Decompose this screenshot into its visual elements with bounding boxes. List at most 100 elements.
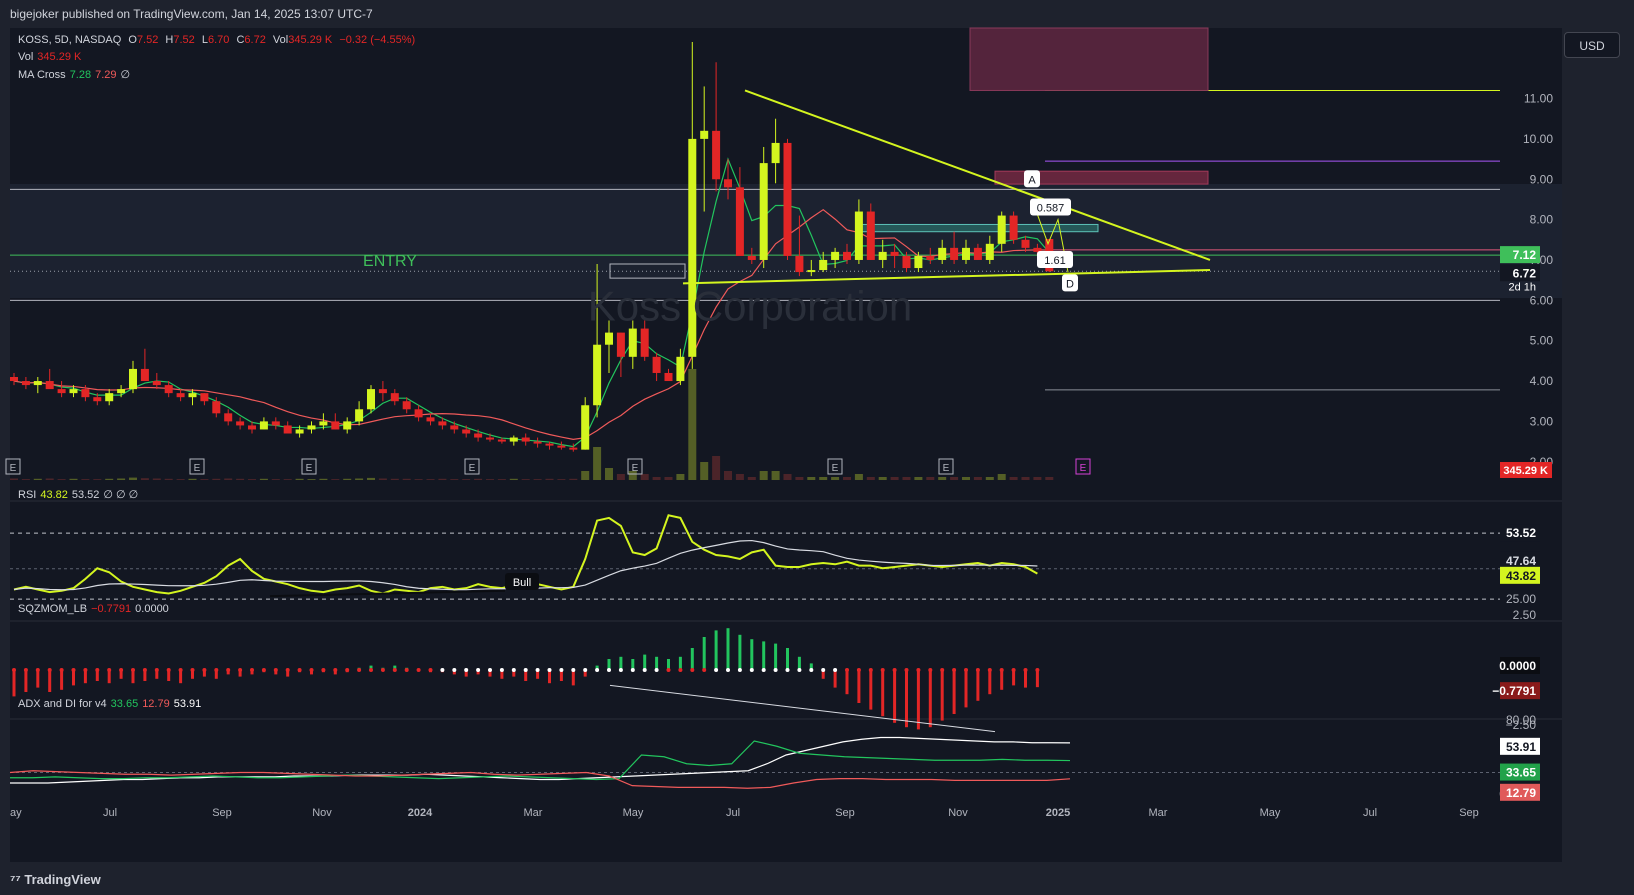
x-tick-label: 2025 <box>1046 807 1070 819</box>
sqz-legend: SQZMOM_LB −0.7791 0.0000 <box>18 603 173 615</box>
volume-bar <box>640 474 649 480</box>
earnings-marker-label: E <box>194 463 201 474</box>
volume-bar <box>664 477 673 480</box>
rsi-label[interactable]: RSI <box>18 489 36 501</box>
price-tick-label: 8.00 <box>1530 213 1554 227</box>
squeeze-dot <box>321 668 326 672</box>
symbol-watermark: Koss Corporation <box>588 283 913 330</box>
high-value: 7.52 <box>173 34 195 46</box>
squeeze-dot <box>12 668 16 672</box>
volume-bar <box>295 478 304 480</box>
volume-bar <box>426 479 435 480</box>
volume-bar <box>129 477 137 480</box>
volume-bar <box>533 479 542 480</box>
candle-body <box>33 381 42 386</box>
candle-body <box>367 389 375 410</box>
candle-body <box>129 368 137 390</box>
momentum-bar <box>964 670 968 708</box>
momentum-bar <box>36 670 40 688</box>
volume-bar <box>973 477 982 480</box>
volume-bar <box>950 477 959 480</box>
volume-bar <box>509 478 518 480</box>
symbol-name[interactable]: KOSS, 5D, NASDAQ <box>18 34 121 46</box>
candle-body <box>414 409 423 418</box>
price-tick-label: 11.00 <box>1524 92 1553 106</box>
volume-bar <box>581 471 590 480</box>
ma-label[interactable]: MA Cross <box>18 69 66 81</box>
squeeze-dot <box>678 668 683 672</box>
momentum-bar <box>726 628 730 670</box>
squeeze-dot <box>226 668 231 672</box>
candle-body <box>795 255 804 273</box>
volume-bar <box>271 479 280 480</box>
candle-body <box>783 142 792 256</box>
sqz-label[interactable]: SQZMOM_LB <box>18 603 87 615</box>
volume-label[interactable]: Vol <box>18 51 33 63</box>
volume-bar <box>486 479 494 480</box>
bar-countdown-label: 2d 1h <box>1508 281 1536 293</box>
momentum-bar <box>940 670 944 721</box>
squeeze-dot <box>178 668 183 672</box>
publisher-bar: bigejoker published on TradingView.com, … <box>0 0 1634 28</box>
squeeze-dot <box>416 668 421 672</box>
candle-body <box>462 429 471 434</box>
adx-label[interactable]: ADX and DI for v4 <box>18 698 107 710</box>
momentum-bar <box>988 670 992 695</box>
volume-bar <box>236 478 245 480</box>
volume-bar <box>343 478 352 480</box>
chart-canvas[interactable]: ENTRY Koss Corporation A D 0.587 1.61 E E E E E E E E… <box>0 0 1634 895</box>
open-label: O <box>128 34 137 46</box>
momentum-bar <box>12 670 16 697</box>
momentum-bar <box>60 670 64 690</box>
adx-axis-label: 33.65 <box>1506 766 1536 780</box>
squeeze-dot <box>428 668 433 672</box>
earnings-marker-label: E <box>832 463 839 474</box>
momentum-bar <box>857 670 861 703</box>
candle-body <box>557 445 566 448</box>
volume-bar <box>57 479 66 480</box>
earnings-marker-label: E <box>306 463 313 474</box>
volume-bar <box>474 478 483 480</box>
currency-button[interactable]: USD <box>1564 32 1620 58</box>
candle-body <box>378 389 387 394</box>
volume-bar <box>259 478 268 480</box>
ma-slow-value: 7.29 <box>95 69 117 81</box>
squeeze-dot <box>511 668 516 672</box>
candle-body <box>343 421 352 430</box>
candle-body <box>331 421 340 430</box>
adx-plus-value: 33.65 <box>110 698 139 710</box>
squeeze-dot <box>285 668 290 672</box>
rsi-legend: RSI 43.82 53.52 ∅ ∅ ∅ <box>18 488 142 501</box>
candle-body <box>117 389 126 394</box>
squeeze-dot <box>333 668 338 672</box>
volume-bar <box>33 478 42 480</box>
squeeze-dot <box>785 668 790 672</box>
last-price-label: 6.72 <box>1513 266 1537 280</box>
volume-bar <box>45 478 54 480</box>
candle-body <box>57 389 66 394</box>
momentum-bar <box>976 670 980 701</box>
volume-bar <box>450 479 459 480</box>
x-tick-label: Sep <box>212 807 232 819</box>
candle-body <box>81 389 90 398</box>
rsi-axis-label: 53.52 <box>1506 526 1536 540</box>
candle-body <box>188 393 197 398</box>
tradingview-logo[interactable]: ⁷⁷ TradingView <box>10 865 101 895</box>
volume-bar <box>843 477 851 480</box>
momentum-bar <box>702 637 706 670</box>
squeeze-dot <box>809 668 814 672</box>
tv-icon: ⁷⁷ <box>10 872 25 887</box>
volume-bar <box>914 477 923 480</box>
squeeze-dot <box>71 668 76 672</box>
squeeze-dot <box>464 668 469 672</box>
squeeze-dot <box>499 668 504 672</box>
open-value: 7.52 <box>136 34 159 46</box>
squeeze-dot <box>845 668 849 672</box>
squeeze-dot <box>309 668 314 672</box>
candle-body <box>402 401 411 410</box>
squeeze-dot <box>916 668 921 672</box>
volume-bar <box>117 478 126 480</box>
adx-pane[interactable] <box>10 720 1562 862</box>
candle-body <box>771 142 780 164</box>
momentum-bar <box>643 654 647 670</box>
